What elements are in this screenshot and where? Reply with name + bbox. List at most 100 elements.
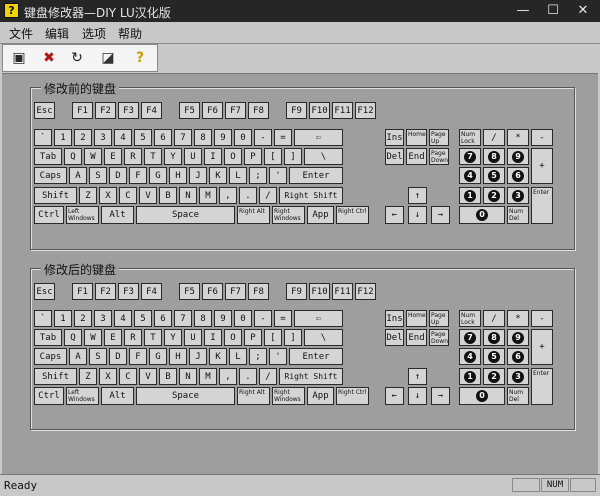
key-nmul[interactable]: * bbox=[507, 310, 529, 327]
key-z[interactable]: Z bbox=[79, 187, 97, 204]
menu-file[interactable]: 文件 bbox=[9, 25, 33, 42]
key-f8[interactable]: F8 bbox=[248, 102, 269, 119]
key-d9[interactable]: 9 bbox=[214, 129, 232, 146]
key-u[interactable]: U bbox=[184, 329, 202, 346]
key-home[interactable]: Home bbox=[406, 310, 427, 327]
key-d4[interactable]: 4 bbox=[114, 129, 132, 146]
key-j[interactable]: J bbox=[189, 348, 207, 365]
key-n3[interactable]: 3 bbox=[507, 187, 529, 204]
key-d6[interactable]: 6 bbox=[154, 129, 172, 146]
key-nminus[interactable]: - bbox=[531, 310, 553, 327]
key-n5[interactable]: 5 bbox=[483, 167, 505, 184]
key-alt[interactable]: Alt bbox=[101, 387, 134, 405]
key-f10[interactable]: F10 bbox=[309, 102, 330, 119]
key-ndel[interactable]: Num Del bbox=[507, 206, 529, 224]
key-f10[interactable]: F10 bbox=[309, 283, 330, 300]
key-backslash[interactable]: \ bbox=[304, 148, 343, 165]
key-f8[interactable]: F8 bbox=[248, 283, 269, 300]
key-lbracket[interactable]: [ bbox=[264, 148, 282, 165]
key-right[interactable]: → bbox=[431, 387, 450, 405]
key-f12[interactable]: F12 bbox=[355, 283, 376, 300]
key-d7[interactable]: 7 bbox=[174, 310, 192, 327]
view-icon[interactable]: ◪ bbox=[98, 49, 118, 67]
key-n9[interactable]: 9 bbox=[507, 329, 529, 346]
key-pgup[interactable]: Page Up bbox=[429, 310, 449, 327]
key-pgdn[interactable]: Page Down bbox=[429, 148, 449, 165]
key-f11[interactable]: F11 bbox=[332, 102, 353, 119]
key-left[interactable]: ← bbox=[385, 206, 404, 224]
key-n4[interactable]: 4 bbox=[459, 167, 481, 184]
key-f3[interactable]: F3 bbox=[118, 102, 139, 119]
key-nmul[interactable]: * bbox=[507, 129, 529, 146]
key-f1[interactable]: F1 bbox=[72, 102, 93, 119]
key-grave[interactable]: ` bbox=[34, 310, 52, 327]
key-a[interactable]: A bbox=[69, 167, 87, 184]
key-equal[interactable]: = bbox=[274, 129, 292, 146]
maximize-button[interactable]: ☐ bbox=[538, 0, 568, 22]
key-n1[interactable]: 1 bbox=[459, 368, 481, 385]
key-p[interactable]: P bbox=[244, 148, 262, 165]
key-f[interactable]: F bbox=[129, 167, 147, 184]
key-g[interactable]: G bbox=[149, 348, 167, 365]
key-caps[interactable]: Caps bbox=[34, 348, 67, 365]
minimize-button[interactable]: — bbox=[508, 0, 538, 22]
key-m[interactable]: M bbox=[199, 187, 217, 204]
key-y[interactable]: Y bbox=[164, 329, 182, 346]
key-f2[interactable]: F2 bbox=[95, 283, 116, 300]
key-w[interactable]: W bbox=[84, 329, 102, 346]
key-f9[interactable]: F9 bbox=[286, 283, 307, 300]
key-left[interactable]: ← bbox=[385, 387, 404, 405]
key-w[interactable]: W bbox=[84, 148, 102, 165]
key-shift[interactable]: Shift bbox=[34, 187, 77, 204]
key-enter[interactable]: Enter bbox=[289, 167, 343, 184]
key-down[interactable]: ↓ bbox=[408, 206, 427, 224]
key-n8[interactable]: 8 bbox=[483, 148, 505, 165]
key-nminus[interactable]: - bbox=[531, 129, 553, 146]
key-f9[interactable]: F9 bbox=[286, 102, 307, 119]
key-nenter[interactable]: Enter bbox=[531, 368, 553, 405]
key-ctrl[interactable]: Ctrl bbox=[34, 387, 64, 405]
key-ins[interactable]: Ins bbox=[385, 310, 404, 327]
key-n4[interactable]: 4 bbox=[459, 348, 481, 365]
key-end[interactable]: End bbox=[406, 148, 427, 165]
key-r[interactable]: R bbox=[124, 148, 142, 165]
key-app[interactable]: App bbox=[307, 206, 334, 224]
key-t[interactable]: T bbox=[144, 148, 162, 165]
key-ndiv[interactable]: / bbox=[483, 310, 505, 327]
key-rbracket[interactable]: ] bbox=[284, 148, 302, 165]
key-minus[interactable]: - bbox=[254, 129, 272, 146]
key-n9[interactable]: 9 bbox=[507, 148, 529, 165]
key-d0[interactable]: 0 bbox=[234, 310, 252, 327]
key-d2[interactable]: 2 bbox=[74, 129, 92, 146]
key-semicolon[interactable]: ; bbox=[249, 167, 267, 184]
key-space[interactable]: Space bbox=[136, 206, 235, 224]
key-rbracket[interactable]: ] bbox=[284, 329, 302, 346]
key-down[interactable]: ↓ bbox=[408, 387, 427, 405]
key-nplus[interactable]: + bbox=[531, 329, 553, 365]
key-r[interactable]: R bbox=[124, 329, 142, 346]
key-b[interactable]: B bbox=[159, 368, 177, 385]
key-tab[interactable]: Tab bbox=[34, 329, 62, 346]
key-c[interactable]: C bbox=[119, 368, 137, 385]
key-f3[interactable]: F3 bbox=[118, 283, 139, 300]
key-b[interactable]: B bbox=[159, 187, 177, 204]
key-d[interactable]: D bbox=[109, 167, 127, 184]
key-semicolon[interactable]: ; bbox=[249, 348, 267, 365]
open-keyboard-icon[interactable]: ▣ bbox=[9, 49, 29, 67]
key-u[interactable]: U bbox=[184, 148, 202, 165]
key-lbracket[interactable]: [ bbox=[264, 329, 282, 346]
key-rwin[interactable]: Right Windows bbox=[272, 387, 305, 405]
key-right[interactable]: → bbox=[431, 206, 450, 224]
key-backspace[interactable]: ⇦ bbox=[294, 310, 343, 327]
key-n6[interactable]: 6 bbox=[507, 348, 529, 365]
key-n0[interactable]: 0 bbox=[459, 387, 505, 405]
key-s[interactable]: S bbox=[89, 348, 107, 365]
key-n8[interactable]: 8 bbox=[483, 329, 505, 346]
key-alt[interactable]: Alt bbox=[101, 206, 134, 224]
key-enter[interactable]: Enter bbox=[289, 348, 343, 365]
key-f11[interactable]: F11 bbox=[332, 283, 353, 300]
key-e[interactable]: E bbox=[104, 329, 122, 346]
key-d3[interactable]: 3 bbox=[94, 129, 112, 146]
key-rctrl[interactable]: Right Ctrl bbox=[336, 206, 369, 224]
key-d1[interactable]: 1 bbox=[54, 129, 72, 146]
